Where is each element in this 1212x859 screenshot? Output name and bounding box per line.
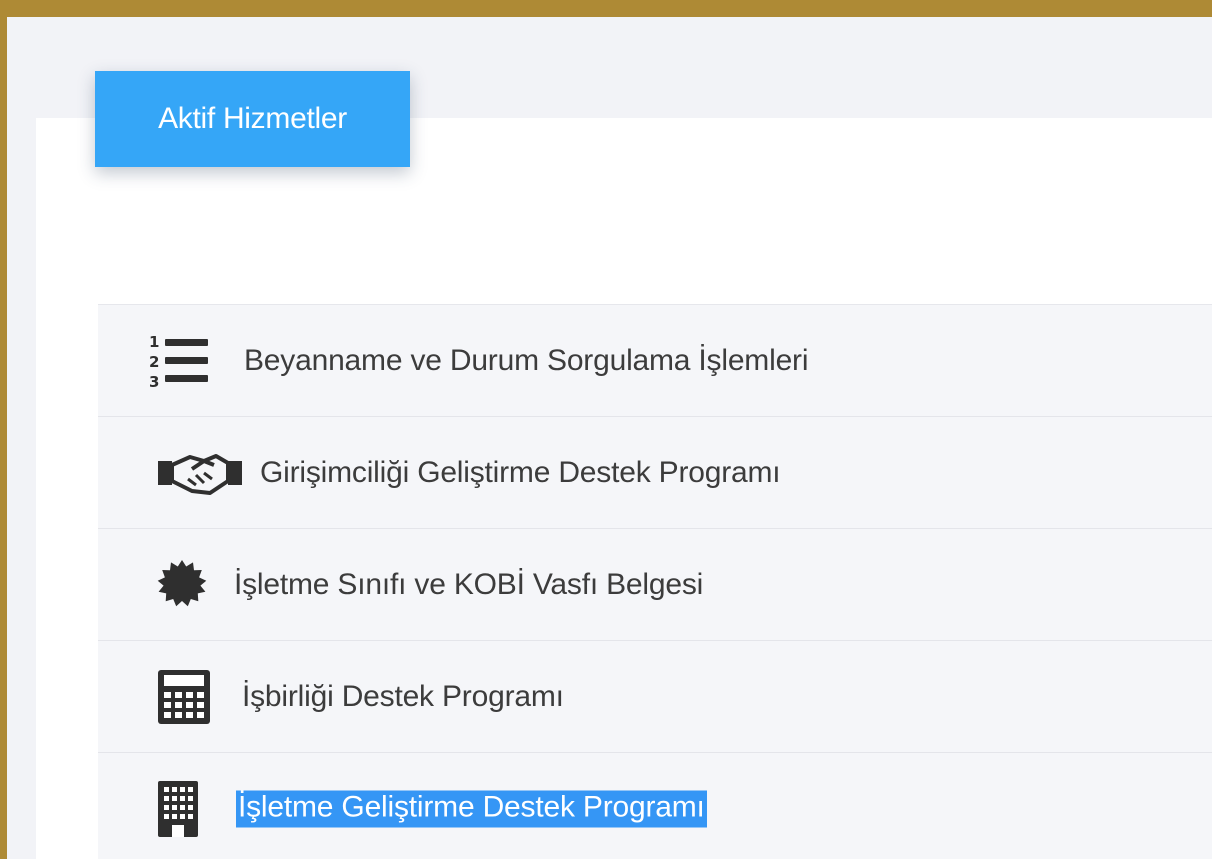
svg-text:3: 3 [149,373,159,391]
service-item-isletme-gelistirme[interactable]: İşletme Geliştirme Destek Programı [98,753,1212,859]
app-window: Aktif Hizmetler 1 2 3 Beyanname ve Durum… [7,17,1212,859]
tab-label: Aktif Hizmetler [158,102,347,135]
building-icon [158,780,198,837]
tab-aktif-hizmetler[interactable]: Aktif Hizmetler [95,71,410,167]
service-item-label-selected: İşletme Geliştirme Destek Programı [236,790,707,827]
service-item-label: Girişimciliği Geliştirme Destek Programı [260,455,781,489]
service-item-girisimcilik[interactable]: Girişimciliği Geliştirme Destek Programı [98,417,1212,529]
numbered-list-icon: 1 2 3 [149,333,208,391]
service-item-beyanname[interactable]: 1 2 3 Beyanname ve Durum Sorgulama İşlem… [98,305,1212,417]
service-item-isletme-sinifi[interactable]: İşletme Sınıfı ve KOBİ Vasfı Belgesi [98,529,1212,641]
service-item-label: İşbirliği Destek Programı [242,679,564,713]
service-item-label: İşletme Sınıfı ve KOBİ Vasfı Belgesi [234,567,704,601]
service-item-label: Beyanname ve Durum Sorgulama İşlemleri [244,343,809,377]
handshake-icon [158,453,242,495]
svg-text:1: 1 [149,333,159,351]
svg-text:2: 2 [149,353,159,371]
calculator-icon [158,669,210,724]
certificate-icon [157,559,207,606]
services-list: 1 2 3 Beyanname ve Durum Sorgulama İşlem… [98,304,1212,859]
service-item-isbirligi[interactable]: İşbirliği Destek Programı [98,641,1212,753]
